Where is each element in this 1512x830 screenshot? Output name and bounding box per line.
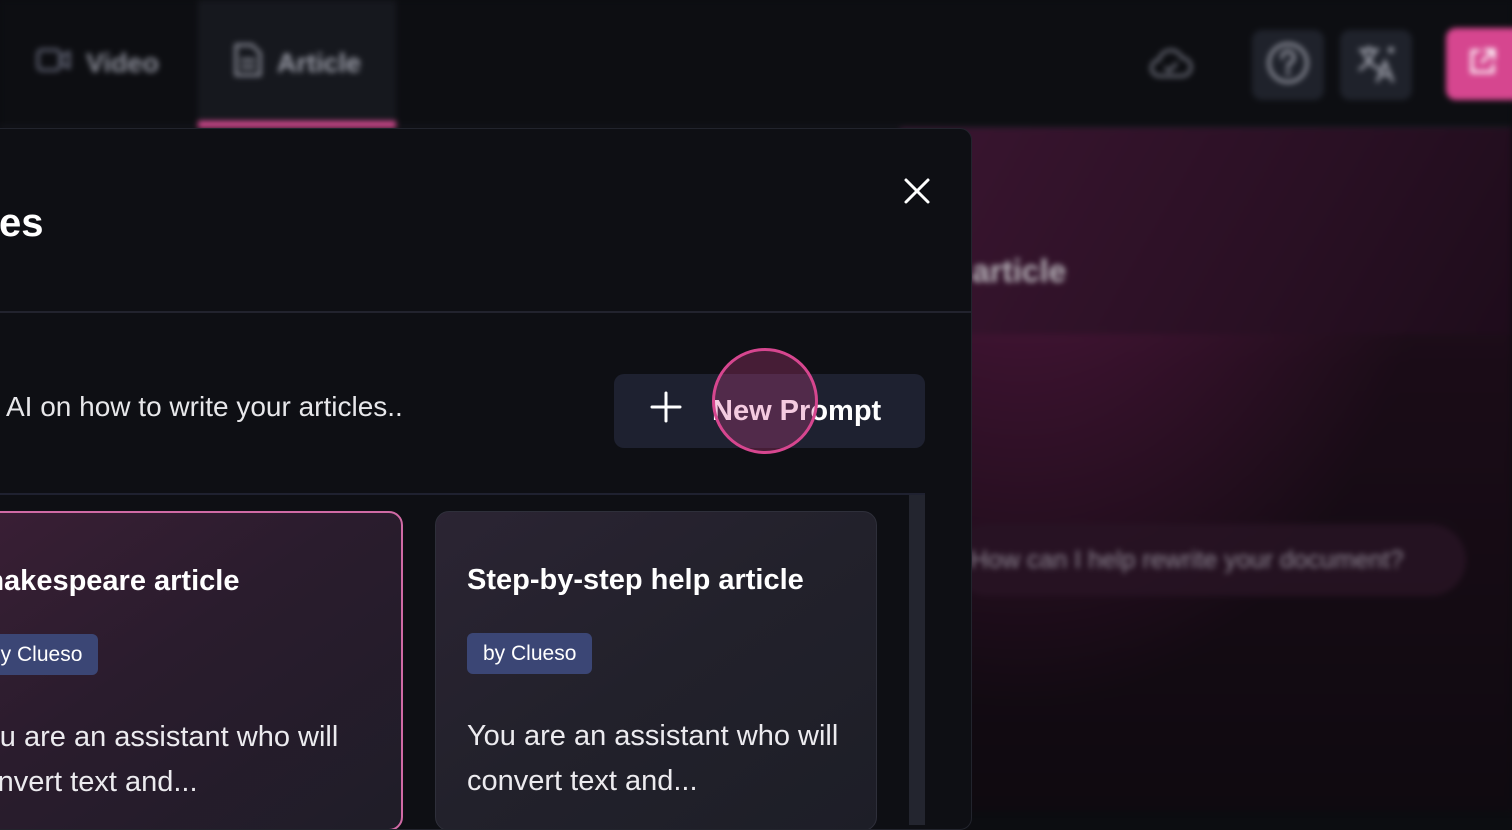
prompt-card-title: Step-by-step help article (467, 564, 804, 596)
author-badge: by Clueso (0, 634, 99, 675)
help-button[interactable] (1252, 30, 1324, 100)
ai-assistant-panel: article How can I help rewrite your docu… (900, 128, 1512, 811)
ai-panel-header (900, 128, 1512, 334)
translate-button[interactable] (1340, 30, 1412, 100)
author-badge: by Clueso (467, 633, 593, 674)
tab-video[interactable]: Video (36, 0, 186, 126)
prompt-card-text: You are an assistant who will convert te… (467, 720, 839, 797)
modal-divider (0, 311, 971, 313)
modal-description: AI on how to write your articles.. (6, 391, 403, 422)
close-icon (903, 177, 931, 210)
tab-article[interactable]: Article (198, 0, 396, 128)
plus-icon (650, 391, 682, 431)
prompt-card-step-by-step[interactable]: Step-by-step help article by Clueso You … (435, 511, 877, 829)
video-camera-icon (36, 46, 72, 81)
prompt-card-shakespeare[interactable]: Shakespeare article by Clueso You are an… (0, 511, 403, 829)
top-bar: Video Article (0, 0, 1512, 128)
ai-prompt-placeholder: How can I help rewrite your document? (970, 545, 1404, 574)
ai-prompt-input[interactable]: How can I help rewrite your document? (952, 524, 1466, 596)
tab-article-label: Article (276, 47, 362, 78)
translate-icon (1353, 40, 1399, 91)
prompt-templates-modal: es AI on how to write your articles.. Ne… (0, 128, 972, 830)
ai-panel-title: article (972, 253, 1067, 289)
new-prompt-label: New Prompt (712, 394, 882, 427)
prompt-list-scrollbar[interactable] (909, 495, 925, 825)
help-icon (1265, 40, 1311, 91)
modal-title: es (0, 201, 44, 245)
close-button[interactable] (899, 175, 935, 211)
prompt-card-text: You are an assistant who will convert te… (0, 721, 339, 798)
cloud-icon[interactable] (1148, 46, 1194, 85)
tab-video-label: Video (86, 47, 160, 78)
new-prompt-button[interactable]: New Prompt (614, 374, 925, 448)
export-button[interactable] (1446, 28, 1512, 100)
export-icon (1466, 46, 1498, 83)
document-icon (233, 42, 263, 85)
prompt-card-title: Shakespeare article (0, 565, 240, 597)
